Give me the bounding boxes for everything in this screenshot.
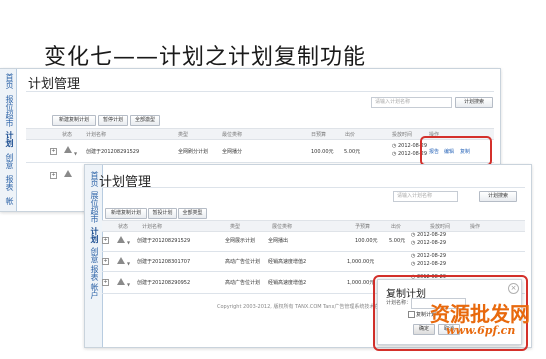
- sidebar-item-market[interactable]: 展位超市: [87, 191, 99, 223]
- plan-name[interactable]: 创建于201208290952: [137, 279, 190, 286]
- sidebar-item-report[interactable]: 报表: [2, 175, 14, 191]
- warning-icon: [117, 257, 125, 264]
- column-schedule: 投放时间: [392, 132, 413, 138]
- plan-slot: 经销高速度增值2: [268, 259, 307, 265]
- sidebar: 首页 展位超市 计划 创意 报表 帐户: [85, 165, 103, 347]
- sidebar: 首页 报位超市 计划 创意 报表 帐: [0, 69, 17, 211]
- copy-action-highlight: [420, 136, 492, 166]
- plan-name[interactable]: 创建于201208291529: [86, 148, 139, 155]
- chevron-down-icon[interactable]: ▼: [127, 261, 130, 266]
- plan-slot: 经销高速度增值2: [268, 280, 307, 286]
- pause-plan-button[interactable]: 暂投计划: [148, 208, 177, 219]
- watermark-url: www.6pf.cn: [446, 324, 516, 337]
- plan-slot: 全网播分: [222, 149, 243, 155]
- title-divider: [102, 187, 525, 188]
- column-budget: 予预算: [355, 224, 371, 230]
- plan-start-date: ◷ 2012-08-29: [411, 232, 447, 238]
- new-copy-plan-button[interactable]: 新建复制计划: [52, 115, 96, 126]
- sidebar-item-creative[interactable]: 创意: [87, 247, 99, 263]
- plan-end-date: ◷ 2012-08-29: [411, 240, 447, 246]
- slide-title: 变化七——计划之计划复制功能: [44, 45, 367, 70]
- column-status: 状态: [118, 224, 129, 230]
- plan-type: 高动广告位计划: [225, 280, 261, 286]
- warning-icon: [64, 146, 72, 153]
- warning-icon: [117, 236, 125, 243]
- expand-icon[interactable]: +: [102, 258, 109, 265]
- sidebar-item-plan[interactable]: 计划: [2, 131, 14, 147]
- expand-icon[interactable]: +: [102, 279, 109, 286]
- plan-end-date: ◷ 2012-08-29: [411, 261, 447, 267]
- all-types-dropdown[interactable]: 全部激型: [130, 115, 160, 126]
- row-divider: [102, 271, 525, 272]
- column-slot: 最位类称: [222, 132, 243, 138]
- plan-name-label: 计划名称：: [386, 300, 412, 306]
- column-slot: 展位类称: [272, 224, 293, 230]
- row-divider: [102, 251, 525, 252]
- column-name: 计划名称: [86, 132, 107, 138]
- plan-name[interactable]: 创建于201208291529: [137, 237, 190, 244]
- column-type: 类型: [178, 132, 189, 138]
- plan-slot: 全网播出: [268, 238, 289, 244]
- plan-name[interactable]: 创建于201208301707: [137, 258, 190, 265]
- chevron-down-icon[interactable]: ▼: [127, 240, 130, 245]
- all-types-dropdown[interactable]: 全部类型: [178, 208, 207, 219]
- expand-icon[interactable]: +: [50, 148, 57, 155]
- column-type: 类型: [230, 224, 241, 230]
- column-actions: 操作: [470, 224, 481, 230]
- footer-copyright: Copyright 2003-2012, 版权所有 TANX.COM: [217, 304, 322, 310]
- column-name: 计划名称: [142, 224, 163, 230]
- close-icon[interactable]: ×: [508, 283, 519, 294]
- warning-icon: [117, 278, 125, 285]
- expand-icon[interactable]: +: [50, 172, 57, 179]
- plan-budget: 1,000.00元: [347, 259, 375, 265]
- sidebar-item-home[interactable]: 首页: [87, 171, 99, 187]
- chevron-down-icon[interactable]: ▼: [74, 151, 77, 156]
- watermark-text: 资源批发网: [430, 302, 530, 326]
- sidebar-item-market[interactable]: 报位超市: [2, 95, 14, 127]
- pause-plan-button[interactable]: 暂停计划: [98, 115, 128, 126]
- sidebar-item-creative[interactable]: 创意: [2, 153, 14, 169]
- sidebar-item-account[interactable]: 帐: [2, 197, 14, 205]
- search-button[interactable]: 计划搜索: [455, 97, 493, 108]
- column-status: 状态: [62, 132, 73, 138]
- chevron-down-icon[interactable]: ▼: [127, 282, 130, 287]
- plan-type: 高动广告位计划: [225, 259, 261, 265]
- plan-bid: 5.00元: [344, 149, 361, 155]
- search-input[interactable]: 请输入计划名称: [371, 97, 452, 108]
- plan-type: 全网刷分计划: [178, 149, 209, 155]
- new-copy-plan-button[interactable]: 新增复制计划: [105, 208, 147, 219]
- table-header: 状态 计划名称 类型 展位类称 予预算 出价 投放时间 操作: [102, 220, 525, 232]
- sidebar-item-account[interactable]: 帐户: [87, 283, 99, 299]
- column-bid: 出价: [391, 224, 402, 230]
- title-divider: [26, 91, 494, 92]
- plan-bid: 5.00元: [389, 238, 406, 244]
- expand-icon[interactable]: +: [102, 237, 109, 244]
- search-button[interactable]: 计划搜索: [479, 191, 517, 202]
- sidebar-item-report[interactable]: 报表: [87, 265, 99, 281]
- plan-start-date: ◷ 2012-08-29: [411, 253, 447, 259]
- column-bid: 出价: [345, 132, 356, 138]
- column-schedule: 投放时间: [430, 224, 451, 230]
- copy-plan-checkbox[interactable]: [408, 311, 415, 318]
- search-input[interactable]: 请输入计划名称: [393, 191, 458, 202]
- plan-budget: 100.00元: [355, 238, 378, 244]
- plan-budget: 1,000.00元: [347, 280, 375, 286]
- column-budget: 日预算: [311, 132, 327, 138]
- warning-icon: [64, 170, 72, 177]
- plan-budget: 100.00元: [311, 149, 334, 155]
- plan-type: 全网展示计划: [225, 238, 256, 244]
- sidebar-item-home[interactable]: 首页: [2, 73, 14, 89]
- sidebar-item-plan[interactable]: 计划: [87, 227, 99, 243]
- page-title: 计划管理: [28, 77, 81, 92]
